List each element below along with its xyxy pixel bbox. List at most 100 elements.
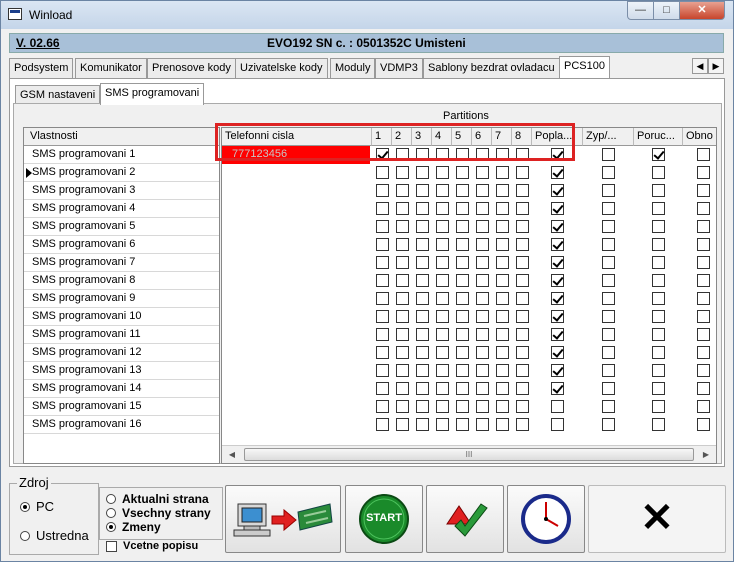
partition-checkbox[interactable] xyxy=(516,346,529,359)
source-ustredna-radio[interactable] xyxy=(20,531,30,541)
partition-checkbox[interactable] xyxy=(516,148,529,161)
partition-checkbox[interactable] xyxy=(436,418,449,431)
partition-checkbox[interactable] xyxy=(496,274,509,287)
partition-checkbox[interactable] xyxy=(436,328,449,341)
partition-checkbox[interactable] xyxy=(476,310,489,323)
partition-checkbox[interactable] xyxy=(652,256,665,269)
tab-podsystem[interactable]: Podsystem xyxy=(9,58,74,78)
partition-checkbox[interactable] xyxy=(551,220,564,233)
partition-checkbox[interactable] xyxy=(376,148,389,161)
property-row[interactable]: SMS programovani 9 xyxy=(24,290,219,308)
partition-checkbox[interactable] xyxy=(652,274,665,287)
partition-checkbox[interactable] xyxy=(456,364,469,377)
partition-checkbox[interactable] xyxy=(376,328,389,341)
partition-checkbox[interactable] xyxy=(416,202,429,215)
partition-checkbox[interactable] xyxy=(396,274,409,287)
partition-checkbox[interactable] xyxy=(652,382,665,395)
partition-checkbox[interactable] xyxy=(396,364,409,377)
close-window-button[interactable]: ✕ xyxy=(679,1,725,20)
partition-checkbox[interactable] xyxy=(496,328,509,341)
partition-checkbox[interactable] xyxy=(602,274,615,287)
partition-checkbox[interactable] xyxy=(456,382,469,395)
partition-checkbox[interactable] xyxy=(376,202,389,215)
partition-checkbox[interactable] xyxy=(376,310,389,323)
partition-checkbox[interactable] xyxy=(396,202,409,215)
tab-prenosove-kody[interactable]: Prenosove kody xyxy=(147,58,236,78)
column-header[interactable]: Zyp/... xyxy=(583,128,634,146)
property-row[interactable]: SMS programovani 15 xyxy=(24,398,219,416)
partition-checkbox[interactable] xyxy=(476,292,489,305)
partition-checkbox[interactable] xyxy=(496,220,509,233)
partition-checkbox[interactable] xyxy=(416,238,429,251)
partition-checkbox[interactable] xyxy=(516,328,529,341)
partition-checkbox[interactable] xyxy=(476,274,489,287)
partition-checkbox[interactable] xyxy=(416,184,429,197)
partition-checkbox[interactable] xyxy=(652,328,665,341)
partition-checkbox[interactable] xyxy=(376,346,389,359)
title-bar[interactable]: Winload — □ ✕ xyxy=(1,1,733,29)
tab-sablony[interactable]: Sablony bezdrat ovladacu xyxy=(423,58,560,78)
partition-checkbox[interactable] xyxy=(516,256,529,269)
column-header[interactable]: Poruc... xyxy=(634,128,683,146)
partition-checkbox[interactable] xyxy=(416,328,429,341)
partition-checkbox[interactable] xyxy=(602,364,615,377)
partition-checkbox[interactable] xyxy=(416,166,429,179)
schedule-button[interactable] xyxy=(507,485,585,553)
phone-column-header[interactable]: Telefonni cisla xyxy=(222,128,372,146)
partition-checkbox[interactable] xyxy=(476,238,489,251)
property-row[interactable]: SMS programovani 10 xyxy=(24,308,219,326)
mode-aktualni-label[interactable]: Aktualni strana xyxy=(122,492,209,506)
partition-checkbox[interactable] xyxy=(652,184,665,197)
partition-checkbox[interactable] xyxy=(516,292,529,305)
partition-checkbox[interactable] xyxy=(376,184,389,197)
partition-checkbox[interactable] xyxy=(476,364,489,377)
source-pc-label[interactable]: PC xyxy=(36,499,54,514)
partition-checkbox[interactable] xyxy=(496,400,509,413)
partition-checkbox[interactable] xyxy=(602,256,615,269)
partition-checkbox[interactable] xyxy=(456,202,469,215)
partition-checkbox[interactable] xyxy=(396,346,409,359)
partition-checkbox[interactable] xyxy=(436,346,449,359)
partition-checkbox[interactable] xyxy=(476,418,489,431)
partition-checkbox[interactable] xyxy=(456,310,469,323)
partition-checkbox[interactable] xyxy=(436,382,449,395)
column-header[interactable]: 3 xyxy=(412,128,432,146)
source-pc-radio[interactable] xyxy=(20,502,30,512)
property-row[interactable]: SMS programovani 1 xyxy=(24,146,219,164)
minimize-button[interactable]: — xyxy=(627,1,654,20)
partition-checkbox[interactable] xyxy=(551,202,564,215)
partition-checkbox[interactable] xyxy=(496,202,509,215)
partition-checkbox[interactable] xyxy=(602,148,615,161)
partition-checkbox[interactable] xyxy=(476,184,489,197)
partition-checkbox[interactable] xyxy=(551,310,564,323)
partition-checkbox[interactable] xyxy=(396,166,409,179)
partition-checkbox[interactable] xyxy=(436,256,449,269)
property-row[interactable]: SMS programovani 3 xyxy=(24,182,219,200)
tab-scroll-right[interactable]: ▶ xyxy=(708,58,724,74)
partition-checkbox[interactable] xyxy=(376,274,389,287)
partition-checkbox[interactable] xyxy=(436,220,449,233)
partition-checkbox[interactable] xyxy=(436,184,449,197)
tab-vdmp3[interactable]: VDMP3 xyxy=(375,58,423,78)
mode-zmeny-radio[interactable] xyxy=(106,522,116,532)
start-button[interactable]: START xyxy=(345,485,423,553)
property-row[interactable]: SMS programovani 11 xyxy=(24,326,219,344)
partition-checkbox[interactable] xyxy=(376,418,389,431)
partition-checkbox[interactable] xyxy=(516,382,529,395)
property-row[interactable]: SMS programovani 13 xyxy=(24,362,219,380)
partition-checkbox[interactable] xyxy=(436,400,449,413)
partition-checkbox[interactable] xyxy=(396,220,409,233)
partition-checkbox[interactable] xyxy=(396,382,409,395)
partition-checkbox[interactable] xyxy=(551,328,564,341)
partition-checkbox[interactable] xyxy=(476,382,489,395)
partition-checkbox[interactable] xyxy=(396,292,409,305)
column-header[interactable]: 6 xyxy=(472,128,492,146)
column-header[interactable]: 5 xyxy=(452,128,472,146)
partition-checkbox[interactable] xyxy=(416,310,429,323)
tab-pcs100[interactable]: PCS100 xyxy=(559,56,610,78)
partition-checkbox[interactable] xyxy=(602,166,615,179)
column-header[interactable]: 2 xyxy=(392,128,412,146)
mode-zmeny-label[interactable]: Zmeny xyxy=(122,520,161,534)
property-row[interactable]: SMS programovani 14 xyxy=(24,380,219,398)
partition-checkbox[interactable] xyxy=(396,328,409,341)
